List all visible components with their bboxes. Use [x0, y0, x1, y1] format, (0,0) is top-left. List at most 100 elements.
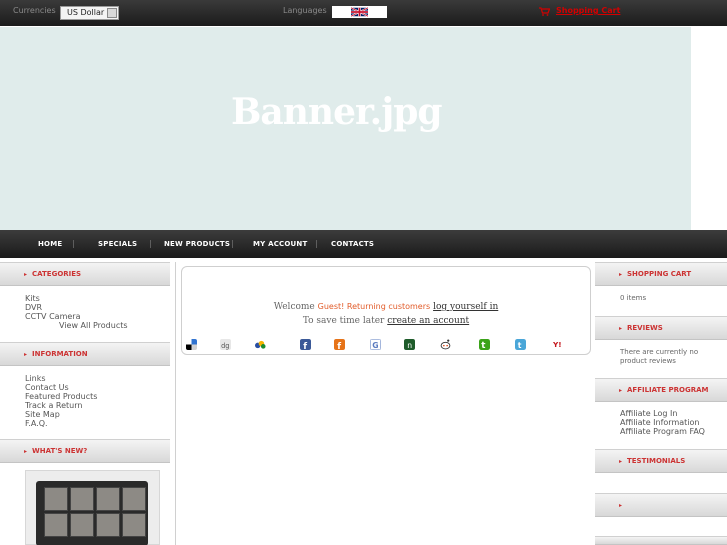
testimonials-title: TESTIMONIALS	[627, 457, 686, 465]
languages-label: Languages	[283, 6, 327, 15]
info-link-site-map[interactable]: Site Map	[25, 410, 97, 419]
camera-view	[70, 513, 94, 537]
banner-text: Banner.jpg	[231, 91, 443, 133]
myspace-icon[interactable]	[255, 339, 266, 350]
camera-view	[122, 487, 146, 511]
shopping-cart-title: SHOPPING CART	[627, 270, 692, 278]
cart-items-count: 0 items	[620, 294, 647, 302]
technorati-icon[interactable]: t	[479, 339, 490, 350]
arrow-right-icon: ▸	[619, 387, 623, 394]
reviews-title: REVIEWS	[627, 324, 663, 332]
fark-icon[interactable]: f	[334, 339, 345, 350]
camera-view	[44, 487, 68, 511]
delicious-icon[interactable]	[186, 339, 197, 350]
svg-text:dg: dg	[221, 342, 229, 350]
nav-my-account[interactable]: MY ACCOUNT	[253, 240, 307, 248]
nav-separator: |	[231, 239, 234, 248]
whats-new-header: ▸ WHAT'S NEW?	[0, 439, 170, 463]
information-title: INFORMATION	[32, 350, 88, 358]
camera-view	[96, 513, 120, 537]
arrow-right-icon: ▸	[24, 351, 28, 358]
currency-select[interactable]: US Dollar	[60, 6, 119, 20]
dvr-monitor-graphic	[36, 481, 148, 545]
login-link[interactable]: log yourself in	[433, 302, 498, 312]
welcome-line: Welcome Guest! Returning customers log y…	[182, 302, 590, 312]
category-item[interactable]: CCTV Camera	[25, 312, 128, 321]
testimonials-header: ▸ TESTIMONIALS	[595, 449, 727, 473]
info-link-track-return[interactable]: Track a Return	[25, 401, 97, 410]
categories-header: ▸ CATEGORIES	[0, 262, 170, 286]
camera-view	[70, 487, 94, 511]
affiliate-login-link[interactable]: Affiliate Log In	[620, 409, 705, 418]
nav-separator: |	[72, 239, 75, 248]
nav-home[interactable]: HOME	[38, 240, 62, 248]
dropdown-arrow-icon	[107, 8, 117, 18]
empty-box-header: ▸	[595, 493, 727, 517]
affiliate-list: Affiliate Log In Affiliate Information A…	[620, 409, 705, 436]
svg-text:Y!: Y!	[553, 340, 562, 349]
yahoo-icon[interactable]: Y!	[553, 339, 564, 350]
info-link-contact[interactable]: Contact Us	[25, 383, 97, 392]
nav-separator: |	[149, 239, 152, 248]
affiliate-faq-link[interactable]: Affiliate Program FAQ	[620, 427, 705, 436]
reviews-header: ▸ REVIEWS	[595, 316, 727, 340]
arrow-right-icon: ▸	[619, 271, 623, 278]
nav-contacts[interactable]: CONTACTS	[331, 240, 374, 248]
reviews-text-line: product reviews	[620, 357, 676, 365]
svg-text:f: f	[337, 342, 341, 350]
reviews-text: There are currently no product reviews	[620, 348, 698, 366]
guest-text: Guest! Returning customers	[317, 302, 431, 311]
affiliate-title: AFFILIATE PROGRAM	[627, 386, 709, 394]
affiliate-header: ▸ AFFILIATE PROGRAM	[595, 378, 727, 402]
main-nav: HOME | SPECIALS | NEW PRODUCTS | MY ACCO…	[0, 230, 727, 258]
camera-view	[122, 513, 146, 537]
categories-list: Kits DVR CCTV Camera View All Products	[25, 294, 128, 330]
svg-text:t: t	[481, 341, 485, 350]
reviews-text-line: There are currently no	[620, 348, 699, 356]
camera-view	[44, 513, 68, 537]
cart-icon[interactable]	[539, 7, 550, 16]
category-item[interactable]: Kits	[25, 294, 128, 303]
categories-title: CATEGORIES	[32, 270, 82, 278]
category-item[interactable]: DVR	[25, 303, 128, 312]
shopping-cart-header: ▸ SHOPPING CART	[595, 262, 727, 286]
nav-separator: |	[315, 239, 318, 248]
information-header: ▸ INFORMATION	[0, 342, 170, 366]
digg-icon[interactable]: dg	[220, 339, 231, 350]
svg-text:n: n	[407, 341, 412, 350]
facebook-icon[interactable]: f	[300, 339, 311, 350]
uk-flag-icon[interactable]	[351, 7, 368, 17]
welcome-box: Welcome Guest! Returning customers log y…	[181, 266, 591, 355]
product-image[interactable]	[25, 470, 160, 545]
svg-text:G: G	[372, 341, 378, 350]
next-box-header	[595, 536, 727, 545]
nav-new-products[interactable]: NEW PRODUCTS	[164, 240, 230, 248]
later-text: To save time later	[302, 316, 385, 326]
shopping-cart-link[interactable]: Shopping Cart	[556, 6, 620, 15]
affiliate-info-link[interactable]: Affiliate Information	[620, 418, 705, 427]
arrow-right-icon: ▸	[619, 458, 623, 465]
banner[interactable]: Banner.jpg	[0, 27, 691, 230]
twitter-icon[interactable]: t	[515, 339, 526, 350]
svg-text:f: f	[303, 342, 307, 350]
view-all-products-link[interactable]: View All Products	[25, 321, 128, 330]
camera-view	[96, 487, 120, 511]
top-bar: Currencies US Dollar Languages Shopping …	[0, 0, 727, 26]
arrow-right-icon: ▸	[619, 502, 623, 509]
welcome-prefix: Welcome	[273, 302, 315, 312]
currency-label: Currencies	[13, 6, 56, 15]
nav-specials[interactable]: SPECIALS	[98, 240, 137, 248]
column-divider	[175, 262, 176, 545]
reddit-icon[interactable]	[440, 339, 451, 350]
arrow-right-icon: ▸	[619, 325, 623, 332]
create-account-line: To save time later create an account	[182, 316, 590, 326]
language-selector[interactable]	[332, 6, 387, 18]
newsvine-icon[interactable]: n	[404, 339, 415, 350]
information-list: Links Contact Us Featured Products Track…	[25, 374, 97, 428]
create-account-link[interactable]: create an account	[387, 316, 469, 326]
google-icon[interactable]: G	[370, 339, 381, 350]
info-link-faq[interactable]: F.A.Q.	[25, 419, 97, 428]
info-link-featured[interactable]: Featured Products	[25, 392, 97, 401]
info-link-links[interactable]: Links	[25, 374, 97, 383]
svg-text:t: t	[518, 341, 522, 350]
